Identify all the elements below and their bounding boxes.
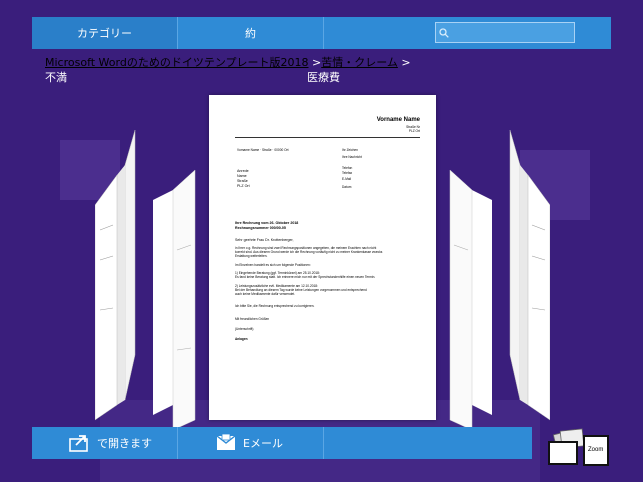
email-icon	[216, 433, 236, 450]
tab-category[interactable]: カテゴリー	[32, 17, 177, 49]
breadcrumb-current-subtitle: 医療費	[307, 71, 340, 84]
header-rule	[235, 137, 420, 138]
breadcrumb-separator: >	[312, 56, 322, 69]
recipient-line: Name	[237, 174, 247, 178]
closing: Mit freundlichen Grüßen	[235, 317, 270, 321]
email-button[interactable]: Eメール	[178, 427, 323, 459]
body-text: Im Einzelnen handelt es sich um folgende…	[235, 263, 311, 267]
email: E-Mail	[342, 177, 352, 181]
breadcrumb-link-templates[interactable]: Microsoft Wordのためのドイツテンプレート版2018	[45, 56, 309, 69]
open-in-label: で開きます	[97, 437, 152, 450]
zoom-button[interactable]: Zoom	[547, 428, 609, 468]
open-in-icon	[69, 435, 88, 452]
top-navigation-bar: カテゴリー 約	[32, 17, 611, 49]
search-input[interactable]	[452, 26, 572, 39]
search-field[interactable]	[435, 22, 575, 43]
carousel-left-pages[interactable]	[95, 130, 205, 450]
divider	[323, 427, 324, 459]
recipient-line: PLZ Ort	[237, 184, 250, 188]
recipient-line: Straße	[237, 179, 248, 183]
ihre-nachricht: Ihre Nachricht	[342, 155, 362, 159]
document-preview[interactable]: Vorname Name Straße Nr PLZ Ort Vorname N…	[209, 95, 436, 420]
body-text: Erstattung weiterleiten.	[235, 254, 268, 258]
bottom-action-bar: で開きます Eメール	[32, 427, 532, 459]
telefax: Telefax	[342, 171, 353, 175]
ihr-zeichen: Ihr Zeichen	[342, 148, 358, 152]
datum: Datum	[342, 185, 352, 189]
tab-about[interactable]: 約	[178, 17, 323, 49]
divider	[323, 17, 324, 49]
breadcrumb: Microsoft Wordのためのドイツテンプレート版2018 >苦情・クレー…	[45, 55, 415, 85]
breadcrumb-link-complaints[interactable]: 苦情・クレーム	[321, 56, 398, 69]
search-icon	[439, 27, 449, 38]
return-address: Vorname Name · Straße · 00000 Ort	[237, 148, 289, 152]
breadcrumb-separator: >	[401, 56, 411, 69]
carousel-right-pages[interactable]	[440, 130, 550, 450]
sender-name: Vorname Name	[376, 117, 420, 123]
zoom-label: Zoom	[588, 447, 604, 453]
sender-city: PLZ Ort	[408, 129, 420, 133]
telefon: Telefon	[342, 166, 353, 170]
open-in-button[interactable]: で開きます	[32, 427, 177, 459]
recipient-line: Anrede	[237, 169, 249, 173]
list-item: Es fand keine Beratung statt. Ich erinne…	[235, 275, 376, 279]
list-item: auch keine Medikamente dafür verwendet.	[235, 292, 296, 296]
subject-line: Ihre Rechnung vom 26. Oktober 2018	[235, 221, 299, 225]
salutation: Sehr geehrte Frau Dr. Krottenberger,	[235, 238, 294, 242]
email-label: Eメール	[243, 437, 283, 450]
subject-line: Rechnungsnummer 000/00-05	[235, 226, 286, 230]
request-text: Ich bitte Sie, die Rechnung entsprechend…	[235, 304, 315, 308]
breadcrumb-current: 不満	[45, 71, 67, 84]
signature: (Unterschrift)	[235, 327, 254, 331]
attachments: Anlagen	[235, 337, 248, 341]
